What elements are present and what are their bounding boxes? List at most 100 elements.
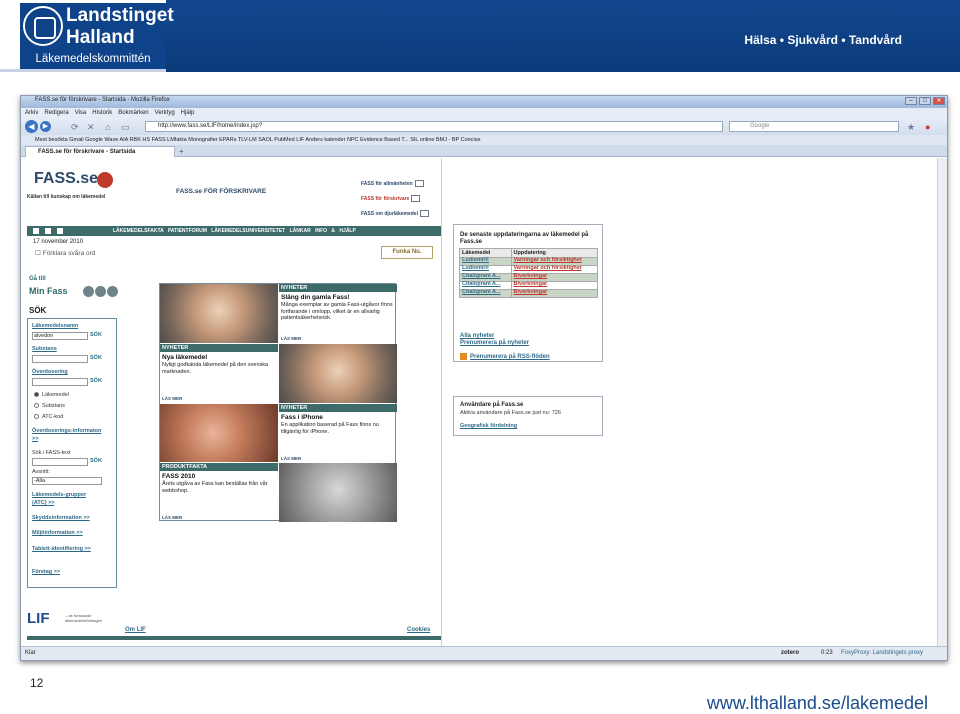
- substans-input[interactable]: [32, 355, 88, 363]
- promo-text: Nyligt godkända läkemedel på den svenska…: [162, 362, 269, 375]
- promo-title: Fass i iPhone: [281, 414, 323, 421]
- search-title: SÖK: [29, 306, 47, 315]
- radio-icon: [34, 392, 39, 398]
- link-miljo[interactable]: Miljöinformation >>: [32, 530, 83, 536]
- mail-nav-icon[interactable]: [45, 228, 51, 234]
- search-input[interactable]: Google: [729, 121, 899, 132]
- link-alla-nyheter[interactable]: Alla nyheter: [460, 333, 494, 339]
- status-bar: Klar zotero 0:23 FoxyProxy: Landstingets…: [21, 646, 947, 660]
- menu-hjalp[interactable]: Hjälp: [181, 110, 195, 116]
- navigation-toolbar: ◀ ▶ ⟳ ✕ ⌂ ▭ http://www.fass.se/LIF/home/…: [21, 118, 947, 135]
- promo-caption: NYHETER: [279, 404, 397, 412]
- update-link[interactable]: Biverkningar: [510, 289, 599, 298]
- label-overdosering[interactable]: Överdosering: [32, 369, 68, 375]
- link-cookies[interactable]: Cookies: [407, 627, 430, 633]
- link-foretag[interactable]: Företag >>: [32, 569, 60, 575]
- drug-link[interactable]: Citalopram A...: [459, 289, 512, 298]
- fass-logo[interactable]: FASS.se: [34, 170, 98, 188]
- menu-visa[interactable]: Visa: [75, 110, 87, 116]
- search-go-button[interactable]: SÖK: [90, 332, 102, 338]
- link-tablett[interactable]: Tablett-identifiering >>: [32, 545, 102, 553]
- search-go-button[interactable]: SÖK: [90, 378, 102, 384]
- link-forskrivare[interactable]: FASS för förskrivare: [361, 195, 421, 202]
- lakemedelsnamn-input[interactable]: alvedon: [32, 332, 88, 340]
- link-overdos-info[interactable]: Överdoserings-informaton >>: [32, 427, 102, 443]
- label-substans[interactable]: Substans: [32, 346, 57, 352]
- logo-line1: Landstinget: [66, 5, 174, 26]
- funka-nu-button[interactable]: Funka Nu.: [381, 246, 433, 259]
- tabs-icon[interactable]: ▭: [121, 122, 130, 133]
- fass-text-input[interactable]: [32, 458, 88, 466]
- read-more-link[interactable]: LÄS MER: [162, 515, 182, 520]
- search-go-button[interactable]: SÖK: [90, 355, 102, 361]
- updates-table: Läkemedel Uppdatering Ludiomil® Varningar …: [459, 248, 599, 298]
- menu-redigera[interactable]: Redigera: [44, 110, 68, 116]
- stop-icon[interactable]: ✕: [87, 122, 95, 133]
- menu-arkiv[interactable]: Arkiv: [25, 110, 38, 116]
- link-om-lif[interactable]: Om LIF: [125, 627, 146, 633]
- fass-nav[interactable]: LÄKEMEDELSFAKTA PATIENTFORUM LÄKEMEDELSU…: [27, 226, 441, 236]
- promo-nya-lakemedel[interactable]: NYHETER Nya läkemedel Nyligt godkända lä…: [160, 344, 278, 403]
- users-count: Aktiva användare på Fass.se just nu: 726: [460, 410, 561, 416]
- radio-atc[interactable]: ATC-kod: [34, 414, 63, 420]
- min-fass-link[interactable]: Min Fass: [29, 286, 68, 296]
- print-nav-icon[interactable]: [57, 228, 63, 234]
- promo-iphone[interactable]: NYHETER Fass i iPhone En applikation bas…: [279, 404, 397, 463]
- explain-words-checkbox[interactable]: ☐ Förklara svåra ord: [35, 249, 95, 257]
- bookmark-icon[interactable]: ★: [907, 122, 915, 133]
- promo-fass-2010[interactable]: PRODUKTFAKTA FASS 2010 Årets utgåva av F…: [160, 463, 278, 522]
- url-bar[interactable]: http://www.fass.se/LIF/home/index.jsp?: [145, 121, 723, 132]
- rss-link[interactable]: Prenumerera på RSS-flöden: [460, 353, 550, 360]
- circle-icon: [95, 286, 106, 297]
- adblock-icon[interactable]: ●: [925, 122, 930, 132]
- forward-icon[interactable]: ▶: [40, 121, 51, 132]
- avsnitt-select[interactable]: -Alla: [32, 477, 102, 485]
- radio-substans[interactable]: Substans: [34, 403, 65, 409]
- bookmarks-toolbar[interactable]: Mest besökta Gmail Google Wave AIA RBK H…: [21, 135, 947, 145]
- rss-label: Prenumerera på RSS-flöden: [470, 354, 550, 361]
- slide-header: Landstinget Halland Läkemedelskommittén …: [0, 0, 960, 72]
- search-panel: Läkemedelsnamn alvedon SÖK Substans SÖK …: [27, 318, 117, 588]
- promo-title: FASS 2010: [162, 473, 196, 480]
- promo-text: Många exemplar av gamla Fass-utgåvor fin…: [281, 302, 393, 321]
- label-avsnitt: Avsnitt:: [32, 469, 50, 475]
- radio-icon: [34, 403, 39, 409]
- minimize-icon[interactable]: –: [905, 97, 917, 105]
- home-nav-icon[interactable]: [33, 228, 39, 234]
- lif-logo[interactable]: LIF: [27, 610, 50, 627]
- read-more-link[interactable]: LÄS MER: [162, 396, 182, 401]
- link-allmanheten[interactable]: FASS för allmänheten: [361, 180, 424, 187]
- tab-fass[interactable]: FASS.se för förskrivare - Startsida: [25, 146, 175, 157]
- new-tab-icon[interactable]: +: [179, 147, 184, 156]
- menu-historik[interactable]: Historik: [92, 110, 112, 116]
- scrollbar[interactable]: [937, 158, 947, 646]
- link-geografisk[interactable]: Geografisk fördelning: [460, 423, 517, 429]
- overdosering-input[interactable]: [32, 378, 88, 386]
- maximize-icon[interactable]: □: [919, 97, 931, 105]
- link-djur[interactable]: FASS om djurläkemedel: [361, 210, 429, 217]
- link-skydd[interactable]: Skyddsinformation >>: [32, 515, 90, 521]
- link-prenumerera[interactable]: Prenumerera på nyheter: [460, 340, 529, 346]
- label-lakemedelsnamn[interactable]: Läkemedelsnamn: [32, 323, 78, 329]
- crest-icon: [23, 6, 63, 46]
- promo-caption: NYHETER: [279, 284, 397, 292]
- radio-lakemedel[interactable]: Läkemedel: [34, 392, 69, 398]
- link-grupper[interactable]: Läkemedels-grupper (ATC) >>: [32, 491, 102, 507]
- search-go-button[interactable]: SÖK: [90, 458, 102, 464]
- reload-icon[interactable]: ⟳: [71, 122, 79, 133]
- users-title: Användare på Fass.se: [460, 402, 524, 408]
- close-icon[interactable]: ✕: [933, 97, 945, 105]
- updates-title: De senaste uppdateringarna av läkemedel …: [460, 232, 589, 245]
- promo-text: En applikation baserad på Fass finns nu …: [281, 422, 379, 435]
- promo-slang-fass[interactable]: NYHETER Släng din gamla Fass! Många exem…: [279, 284, 397, 343]
- read-more-link[interactable]: LÄS MER: [281, 456, 301, 461]
- menu-bokmarken[interactable]: Bokmärken: [118, 110, 148, 116]
- updates-links: Alla nyheter Prenumerera på nyheter: [460, 333, 529, 347]
- zotero-button[interactable]: zotero: [781, 647, 799, 660]
- foxyproxy-status[interactable]: FoxyProxy: Landstingets proxy: [841, 647, 923, 660]
- back-icon[interactable]: ◀: [25, 120, 38, 133]
- menu-verktyg[interactable]: Verktyg: [155, 110, 175, 116]
- browser-window: FASS.se för förskrivare - Startsida - Mo…: [20, 95, 948, 661]
- home-icon[interactable]: ⌂: [105, 122, 110, 132]
- read-more-link[interactable]: LÄS MER: [281, 336, 301, 341]
